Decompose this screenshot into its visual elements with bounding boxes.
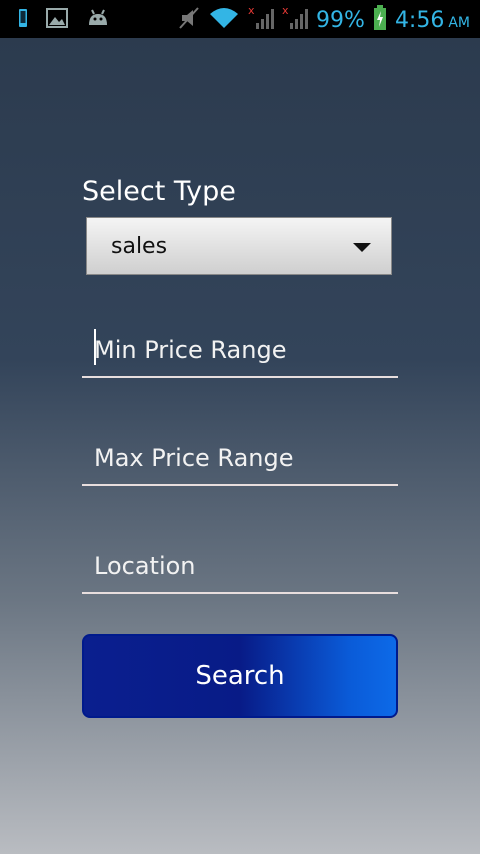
status-bar: x x 99% 4:56 AM [0,0,480,38]
select-type-label: Select Type [82,176,236,207]
type-dropdown-value: sales [111,234,168,259]
mute-icon [178,6,200,34]
clock-ampm: AM [448,15,470,31]
svg-text:x: x [282,5,289,17]
battery-percent: 99% [316,7,365,33]
android-icon [86,8,110,32]
max-price-input[interactable] [82,432,398,484]
type-dropdown[interactable]: sales [86,217,392,275]
location-field [82,540,398,594]
min-price-input[interactable] [82,324,398,376]
location-input[interactable] [82,540,398,592]
text-cursor [94,329,96,365]
min-price-field [82,324,398,378]
search-button[interactable]: Search [82,634,398,718]
image-icon [46,8,68,32]
wifi-icon [208,6,240,34]
signal-2-icon: x [282,4,309,35]
signal-1-icon: x [248,4,275,35]
clock-time: 4:56 [394,7,445,33]
battery-charging-icon [373,5,387,35]
phone-icon [18,8,28,32]
max-price-field [82,432,398,486]
dropdown-arrow-icon [353,243,371,252]
svg-text:x: x [248,5,255,17]
